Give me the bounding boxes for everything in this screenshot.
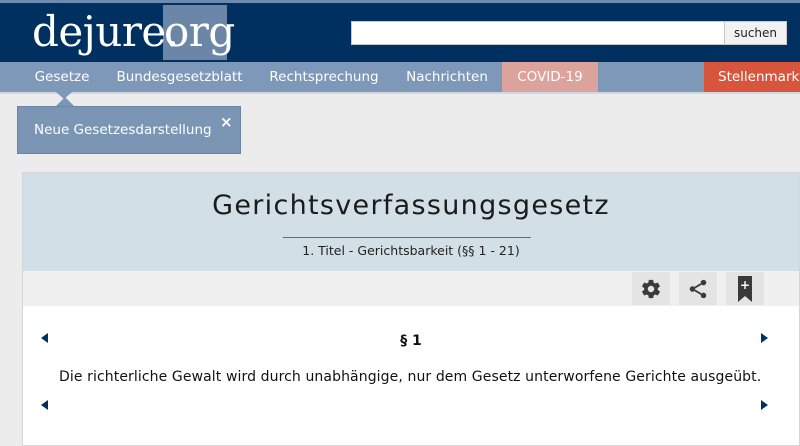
share-button[interactable]	[679, 272, 717, 305]
share-icon	[689, 279, 707, 298]
site-header: dejure. org suchen	[0, 0, 800, 62]
nav-item-nachrichten[interactable]: Nachrichten	[394, 62, 500, 92]
law-toolbar: +	[23, 271, 799, 306]
prev-paragraph-arrow-bottom[interactable]	[41, 400, 48, 410]
title-divider	[283, 237, 531, 238]
gear-icon	[642, 279, 660, 298]
popup-text[interactable]: Neue Gesetzesdarstellung	[34, 122, 212, 138]
search-input[interactable]	[351, 21, 726, 45]
nav-item-bundesgesetzblatt[interactable]: Bundesgesetzblatt	[104, 62, 255, 92]
bookmark-button[interactable]: +	[726, 272, 764, 305]
main-nav: Gesetze Bundesgesetzblatt Rechtsprechung…	[0, 62, 800, 92]
paragraph-text: Die richterliche Gewalt wird durch unabh…	[59, 369, 762, 385]
law-title: Gerichtsverfassungsgesetz	[212, 190, 610, 221]
new-display-popup: Neue Gesetzesdarstellung ×	[17, 106, 241, 154]
search-button[interactable]: suchen	[724, 21, 787, 45]
law-subtitle[interactable]: 1. Titel - Gerichtsbarkeit (§§ 1 - 21)	[23, 243, 799, 258]
bookmark-plus-label: +	[740, 278, 750, 292]
paragraph-number: § 1	[400, 333, 422, 349]
site-logo[interactable]: dejure. org	[0, 3, 235, 62]
law-header: Gerichtsverfassungsgesetz 1. Titel - Ger…	[23, 173, 799, 271]
close-icon[interactable]: ×	[220, 113, 233, 131]
nav-item-stellenmarkt[interactable]: Stellenmarkt	[704, 62, 800, 92]
law-card: Gerichtsverfassungsgesetz 1. Titel - Ger…	[22, 172, 800, 446]
nav-item-covid[interactable]: COVID-19	[502, 62, 598, 92]
nav-item-rechtsprechung[interactable]: Rechtsprechung	[256, 62, 392, 92]
logo-main-text: dejure.	[32, 7, 179, 56]
popup-arrow	[56, 97, 74, 106]
nav-underline	[0, 92, 800, 94]
bookmark-add-icon: +	[738, 275, 752, 302]
nav-item-gesetze[interactable]: Gesetze	[21, 62, 103, 92]
next-paragraph-arrow-bottom[interactable]	[761, 400, 768, 410]
logo-tld-text: org	[164, 7, 235, 56]
settings-button[interactable]	[632, 272, 670, 305]
